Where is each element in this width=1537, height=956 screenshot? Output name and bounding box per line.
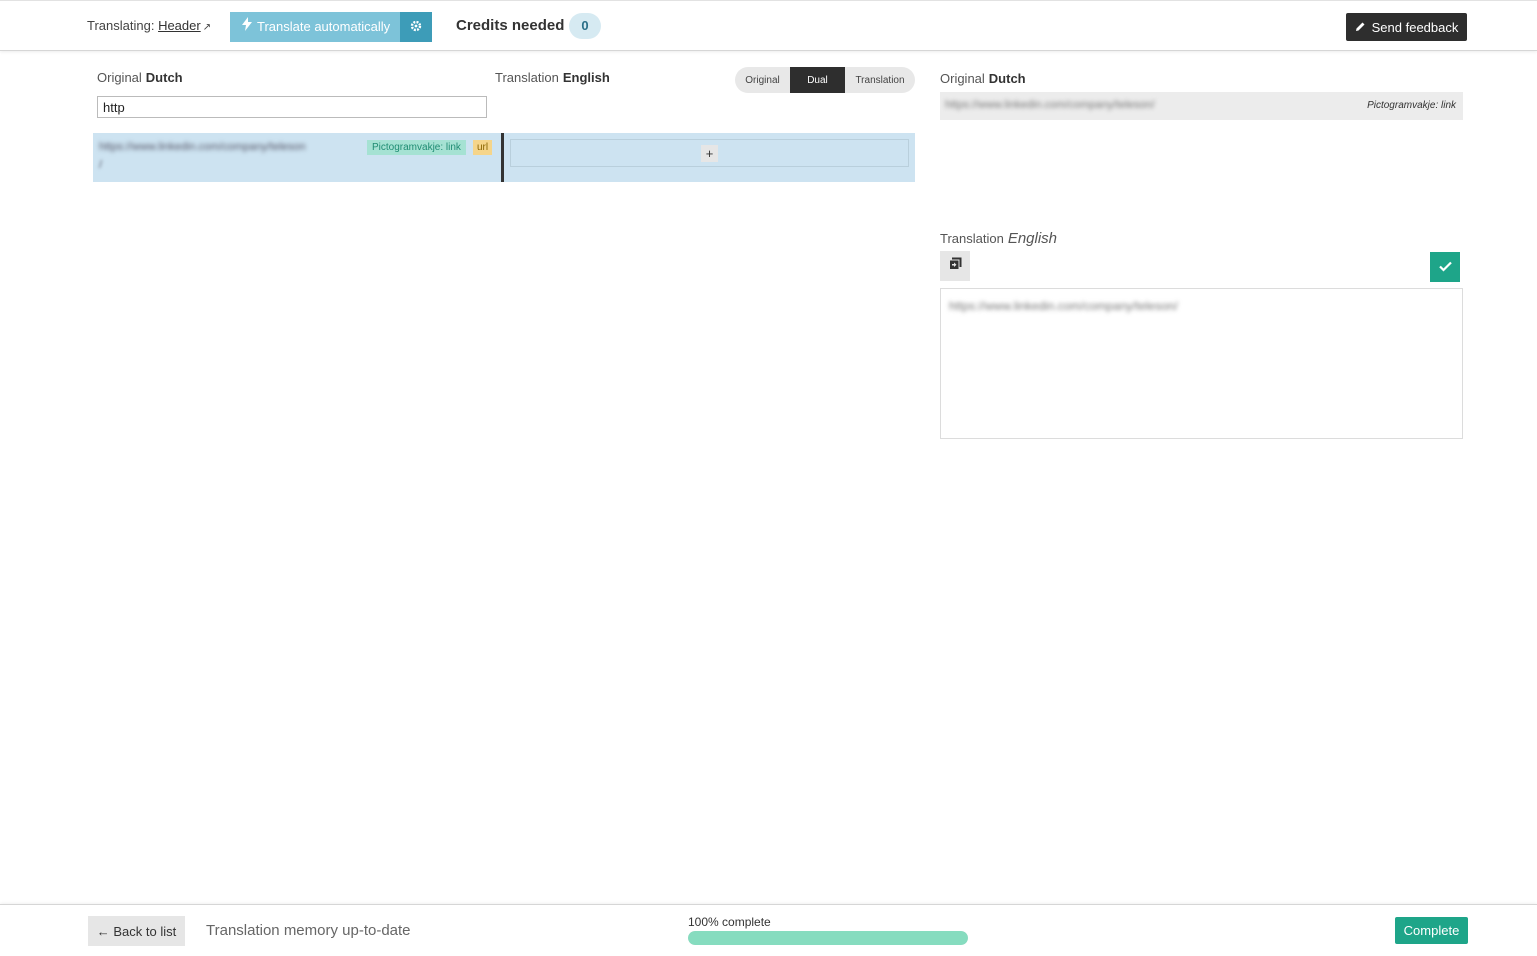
view-mode-toggle: Original Dual Translation <box>735 67 915 93</box>
translate-automatically-label: Translate automatically <box>257 19 391 34</box>
credits-needed-label: Credits needed <box>456 17 565 34</box>
view-translation-button[interactable]: Translation <box>845 67 915 93</box>
tm-status-text: Translation memory up-to-date <box>206 922 411 939</box>
context-tag: Pictogramvakje: link <box>367 140 466 155</box>
original-lang: Dutch <box>145 70 183 85</box>
credits-count-badge: 0 <box>569 13 601 39</box>
external-link-icon: ↗ <box>202 22 212 33</box>
page-link[interactable]: Header <box>158 18 201 33</box>
translation-column-header: Translation English <box>495 70 610 85</box>
pencil-icon <box>1355 20 1366 35</box>
original-column-header: Original Dutch <box>97 70 183 85</box>
send-feedback-button[interactable]: Send feedback <box>1346 13 1467 41</box>
copy-source-button[interactable] <box>940 251 970 281</box>
gear-icon <box>410 20 422 35</box>
auto-translate-settings-button[interactable] <box>400 12 433 42</box>
original-label: Original <box>97 70 142 85</box>
right-original-header: Original Dutch <box>940 71 1026 86</box>
right-translation-header: Translation English <box>940 230 1057 247</box>
progress-fill <box>688 931 968 945</box>
check-icon <box>1438 259 1452 276</box>
back-to-list-button[interactable]: ← Back to list <box>88 916 185 946</box>
segment-divider <box>501 133 504 182</box>
translate-automatically-button[interactable]: Translate automatically <box>230 12 401 42</box>
segment-row[interactable]: https://www.linkedin.com/company/teleson… <box>93 133 915 182</box>
confirm-translation-button[interactable] <box>1430 252 1460 282</box>
search-input[interactable] <box>97 96 487 118</box>
source-text: https://www.linkedin.com/company/teleson… <box>945 99 1155 111</box>
segment-source-text-cont: / <box>99 159 103 171</box>
translation-lang: English <box>562 70 610 85</box>
segment-source[interactable]: https://www.linkedin.com/company/teleson… <box>93 133 501 182</box>
translation-editor-text: https://www.linkedin.com/company/teleson… <box>949 299 1178 313</box>
type-tag: url <box>473 140 493 155</box>
translating-info: Translating: Header ↗ <box>87 18 211 33</box>
right-translation-label: Translation <box>940 231 1004 246</box>
send-feedback-label: Send feedback <box>1371 19 1459 35</box>
right-original-lang: Dutch <box>988 71 1026 86</box>
segment-source-text: https://www.linkedin.com/company/teleson <box>99 141 306 153</box>
segment-target[interactable]: + <box>510 139 909 167</box>
translation-label: Translation <box>495 70 559 85</box>
add-translation-button[interactable]: + <box>701 145 718 162</box>
copy-icon <box>948 257 962 275</box>
source-context: Pictogramvakje: link <box>1367 100 1456 111</box>
translation-editor[interactable]: https://www.linkedin.com/company/teleson… <box>940 288 1463 439</box>
view-original-button[interactable]: Original <box>735 67 790 93</box>
right-translation-lang: English <box>1007 230 1058 247</box>
translating-label: Translating: <box>87 18 155 33</box>
progress-bar <box>688 931 968 945</box>
lightning-icon <box>242 12 252 42</box>
right-original-label: Original <box>940 71 985 86</box>
source-text-box: https://www.linkedin.com/company/teleson… <box>940 92 1463 120</box>
view-dual-button[interactable]: Dual <box>790 67 845 93</box>
complete-button[interactable]: Complete <box>1395 917 1468 944</box>
progress-label: 100% complete <box>688 915 771 929</box>
bottom-bar: ← Back to list Translation memory up-to-… <box>0 904 1537 956</box>
top-bar: Translating: Header ↗ Translate automatic… <box>0 0 1537 51</box>
translate-automatically-group: Translate automatically <box>230 12 433 42</box>
